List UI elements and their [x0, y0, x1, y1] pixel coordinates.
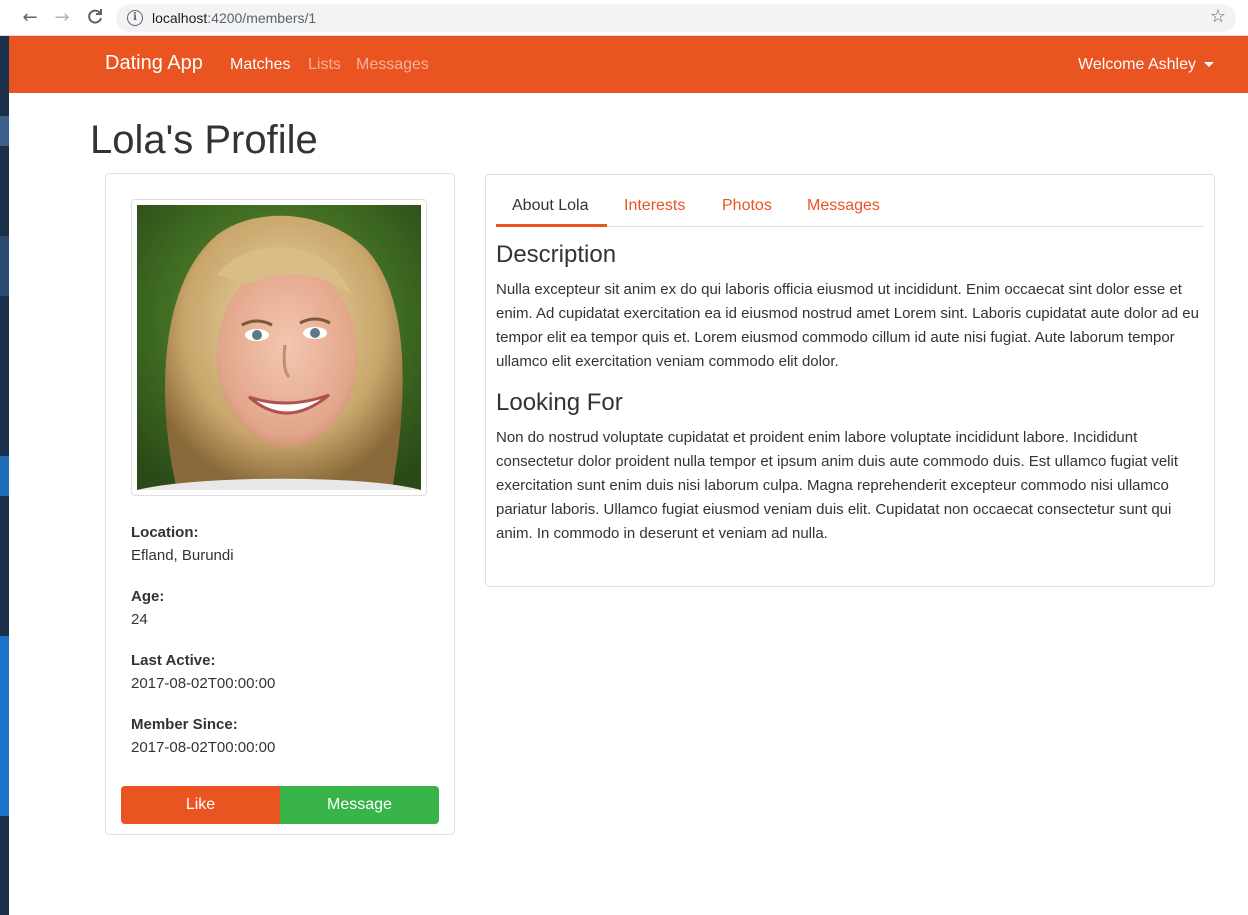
url-text[interactable]: localhost:4200/members/1 — [152, 10, 316, 26]
profile-card: Location: Efland, Burundi Age: 24 Last A… — [105, 173, 455, 835]
reload-icon[interactable] — [85, 8, 105, 28]
member-since-label: Member Since: — [131, 716, 238, 733]
browser-toolbar: ← → i localhost:4200/members/1 ☆ — [0, 0, 1248, 36]
age-field: Age: 24 — [131, 588, 164, 628]
profile-tabs-card: About Lola Interests Photos Messages Des… — [485, 174, 1215, 587]
active-tab-indicator — [496, 224, 607, 227]
location-field: Location: Efland, Burundi — [131, 524, 234, 564]
description-text: Nulla excepteur sit anim ex do qui labor… — [496, 281, 1199, 370]
last-active-value: 2017-08-02T00:00:00 — [131, 675, 276, 692]
last-active-label: Last Active: — [131, 652, 216, 669]
url-path: :4200/members/1 — [207, 10, 317, 26]
message-button[interactable]: Message — [280, 786, 439, 824]
app-navbar: Dating App Matches Lists Messages Welcom… — [9, 36, 1248, 93]
age-value: 24 — [131, 611, 148, 628]
looking-for-heading: Looking For — [496, 389, 623, 416]
profile-photo-image — [137, 205, 421, 490]
tab-interests[interactable]: Interests — [624, 197, 685, 215]
nav-link-matches[interactable]: Matches — [230, 56, 290, 74]
nav-link-lists[interactable]: Lists — [308, 56, 341, 74]
url-host: localhost — [152, 10, 208, 26]
age-label: Age: — [131, 588, 165, 605]
user-dropdown[interactable]: Welcome Ashley — [1078, 56, 1214, 74]
tab-photos[interactable]: Photos — [722, 197, 772, 215]
like-button[interactable]: Like — [121, 786, 280, 824]
nav-link-messages[interactable]: Messages — [356, 56, 429, 74]
desktop-background — [0, 36, 9, 915]
welcome-text: Welcome Ashley — [1078, 56, 1196, 73]
tab-messages[interactable]: Messages — [807, 197, 880, 215]
member-since-field: Member Since: 2017-08-02T00:00:00 — [131, 716, 275, 756]
page-title: Lola's Profile — [90, 118, 318, 162]
last-active-field: Last Active: 2017-08-02T00:00:00 — [131, 652, 275, 692]
bookmark-star-icon[interactable]: ☆ — [1210, 6, 1226, 27]
address-bar[interactable]: i localhost:4200/members/1 ☆ — [116, 4, 1236, 32]
description-heading: Description — [496, 241, 617, 268]
profile-photo — [131, 199, 427, 496]
back-arrow-icon[interactable]: ← — [20, 8, 40, 28]
tab-about[interactable]: About Lola — [512, 197, 589, 215]
location-label: Location: — [131, 524, 199, 541]
looking-for-text: Non do nostrud voluptate cupidatat et pr… — [496, 429, 1179, 542]
caret-down-icon — [1204, 62, 1214, 68]
info-icon[interactable]: i — [127, 10, 143, 26]
member-since-value: 2017-08-02T00:00:00 — [131, 739, 276, 756]
location-value: Efland, Burundi — [131, 547, 234, 564]
brand-link[interactable]: Dating App — [105, 52, 203, 75]
forward-arrow-icon[interactable]: → — [52, 8, 72, 28]
tab-bar: About Lola Interests Photos Messages — [496, 175, 1204, 227]
